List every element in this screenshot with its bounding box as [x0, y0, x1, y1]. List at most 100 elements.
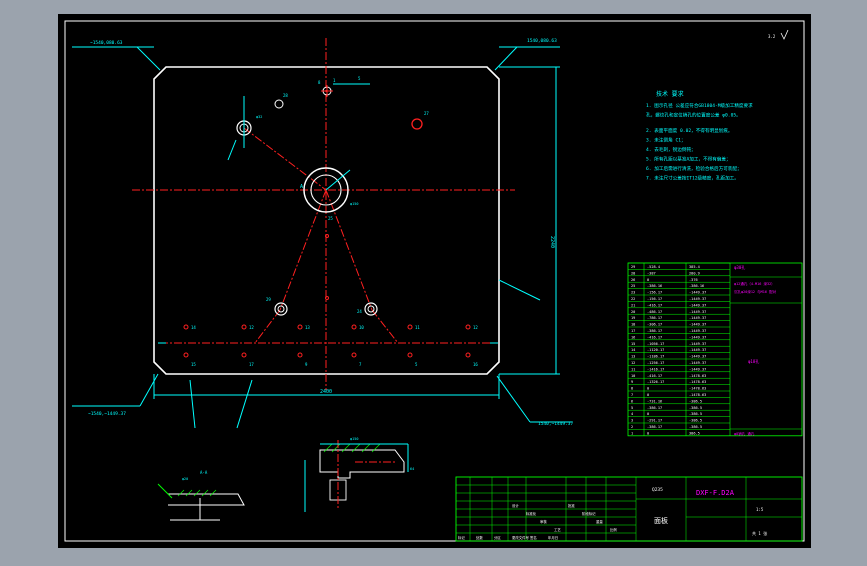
dim-top-right: 1540,080.63 [527, 38, 557, 44]
coord-table-id-13: 14 [631, 348, 635, 352]
title-block-sheet: 共 1 张 [752, 530, 767, 536]
tech-note-line-4: 4. 去毛刺，锐边倒钝； [646, 146, 696, 153]
coord-table-x-4: -156.17 [647, 291, 662, 295]
title-block-label-8: 审核 [540, 519, 547, 524]
title-block-label-1: 处数 [476, 535, 483, 540]
hole-row-top-label-5: 12 [473, 325, 478, 330]
cad-viewer: 3.2 ~1540,080.63 1540,080.63 ~1540,~1449.37… [0, 0, 867, 562]
hole-row-top-label-2: 13 [305, 325, 310, 330]
coord-table-id-6: 21 [631, 303, 635, 307]
coord-table-y-15: -1449.37 [689, 361, 706, 365]
hole-row-top-label-4: 11 [415, 325, 420, 330]
coord-table-y-3: -386.16 [689, 284, 704, 288]
coord-table-x-12: -1056.17 [647, 342, 664, 346]
title-block-label-5: 年月日 [548, 535, 558, 540]
coord-table-id-5: 22 [631, 297, 635, 301]
coord-table-y-24: -386.5 [689, 419, 702, 423]
tech-note-line-5: 5. 所有孔距以基准A加工，不得有偏差； [646, 156, 731, 163]
coord-table-id-15: 12 [631, 361, 635, 365]
hole-row-bottom-label-5: 16 [473, 362, 478, 367]
coord-table-y-10: -1449.37 [689, 329, 706, 333]
coord-side-note-a: φ12通孔（4-M16 深32） [734, 281, 775, 286]
drawing-sheet [58, 14, 811, 548]
tech-note-line-7: 7. 未注尺寸公差按IT12级精度，孔距加工。 [646, 175, 739, 182]
coord-table-y-1: 280.9 [689, 271, 700, 275]
hole-row-top-label-3: 10 [359, 325, 364, 330]
coord-table-x-10: -386.17 [647, 329, 662, 333]
coord-table-y-8: -1449.37 [689, 316, 706, 320]
coord-table-x-22: -386.17 [647, 406, 662, 410]
coord-side-note-d: φ8销孔 通孔 [734, 431, 755, 436]
coord-table-x-9: -306.17 [647, 323, 662, 327]
coord-table-y-13: -1449.37 [689, 348, 706, 352]
coord-table-x-25: -386.17 [647, 425, 662, 429]
coord-table-id-24: 3 [631, 419, 633, 423]
coord-table-y-6: -1449.37 [689, 303, 706, 307]
hole-lower-right-label: 24 [357, 309, 362, 314]
title-block-label-4: 签名 [530, 535, 537, 540]
hole-row-top-label-0: 14 [191, 325, 196, 330]
center-datum-label: A [300, 184, 303, 190]
title-block-drawing-no: DXF-F.D2A [696, 489, 735, 497]
coord-table-id-25: 2 [631, 425, 633, 429]
coord-table-x-1: -387 [647, 271, 656, 275]
hole-left-diameter: φ32 [256, 115, 262, 119]
roughness-value: 3.2 [768, 34, 776, 39]
boss-detail-dim-right: 64 [410, 467, 414, 471]
coord-table-id-4: 23 [631, 291, 635, 295]
coord-table-x-20: 0 [647, 393, 649, 397]
tech-notes-title: 技术 要求 [656, 90, 684, 98]
coord-table-x-24: -291.17 [647, 419, 662, 423]
coord-table-x-6: -416.17 [647, 303, 662, 307]
coord-table-x-15: -1256.17 [647, 361, 664, 365]
coord-side-header: φ30孔 [734, 264, 745, 270]
coord-table-x-26: 0 [647, 431, 649, 435]
tech-note-line-0: 1. 图示孔径 公差应符合GB1804-M级加工精度要求 [646, 102, 753, 109]
coord-table-id-22: 5 [631, 406, 633, 410]
coord-table-id-7: 20 [631, 310, 635, 314]
hole-left-label: 28 [283, 93, 288, 98]
dim-bottom-right: 1540,~1449.37 [538, 421, 574, 427]
coord-table-id-20: 7 [631, 393, 633, 397]
coord-table-id-3: 25 [631, 284, 635, 288]
hole-lower-left-label: 29 [266, 297, 271, 302]
coord-table-y-23: -386.5 [689, 412, 702, 416]
coord-table-x-17: -416.17 [647, 374, 662, 378]
coord-table-id-16: 11 [631, 367, 635, 371]
coord-table-id-10: 17 [631, 329, 635, 333]
hole-right-label: 27 [424, 111, 429, 116]
coord-table-y-22: -386.5 [689, 406, 702, 410]
coord-table-id-12: 15 [631, 342, 635, 346]
title-block-label-0: 标记 [458, 535, 465, 540]
hole-row-top-label-1: 12 [249, 325, 254, 330]
coord-table-y-19: -1478.63 [689, 387, 706, 391]
coord-table-id-19: 8 [631, 387, 633, 391]
title-block-part-name: 面板 [654, 516, 668, 525]
coord-table-id-9: 18 [631, 323, 635, 327]
title-block-material: Q235 [652, 487, 663, 493]
coord-table-y-18: -1478.63 [689, 380, 706, 384]
coord-table-id-17: 10 [631, 374, 635, 378]
coord-table-x-2: 0 [647, 278, 649, 282]
coord-table-id-26: 1 [631, 431, 633, 435]
dim-bottom-left: ~1540,~1449.37 [88, 411, 126, 417]
coord-table-x-18: -1326.17 [647, 380, 664, 384]
title-block-label-6: 设计 [512, 503, 519, 508]
coord-table-x-13: -1120.17 [647, 348, 664, 352]
coord-table-x-5: -156.17 [647, 297, 662, 301]
coord-table-y-9: -1449.37 [689, 323, 706, 327]
coord-table-y-16: -1449.37 [689, 367, 706, 371]
coord-table-id-23: 4 [631, 412, 633, 416]
coord-table-y-17: -1478.63 [689, 374, 706, 378]
cad-drawing: 3.2 ~1540,080.63 1540,080.63 ~1540,~1449.37… [58, 14, 811, 548]
center-diameter: φ150 [350, 202, 358, 206]
coord-table-id-14: 13 [631, 355, 635, 359]
coord-table-y-5: -1449.37 [689, 297, 706, 301]
coord-table-y-12: -1449.37 [689, 342, 706, 346]
coord-table-y-25: -386.5 [689, 425, 702, 429]
coord-table-x-7: -486.17 [647, 310, 662, 314]
tech-note-line-6: 6. 加工后需进行清洗，检验合格后方可装配； [646, 165, 742, 172]
tech-note-line-3: 3. 未注倒角 C1； [646, 137, 686, 144]
dim-top-left: ~1540,080.63 [90, 40, 123, 46]
coord-side-note-c: φ18孔 [748, 358, 759, 364]
